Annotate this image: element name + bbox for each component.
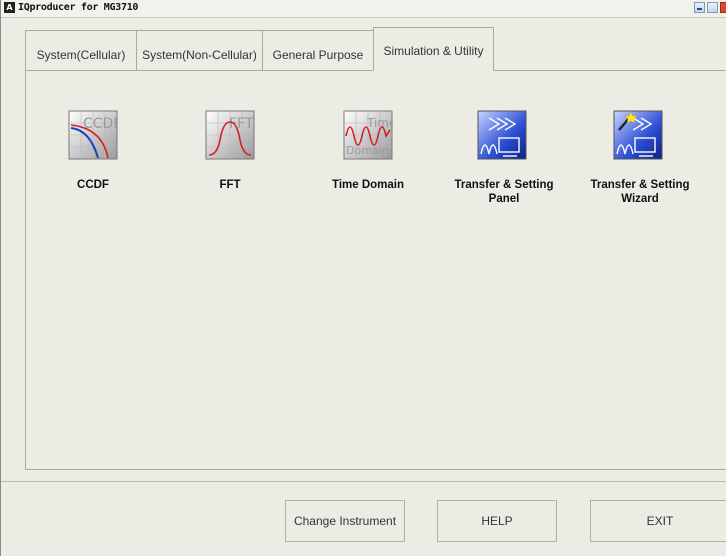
app-icon: A [4, 2, 15, 13]
tab-general-purpose[interactable]: General Purpose [262, 30, 374, 70]
time-domain-icon-text-top: Time [366, 116, 393, 130]
transfer-setting-wizard-tool[interactable]: Transfer & Setting Wizard [583, 110, 703, 210]
fft-label: FFT [219, 179, 241, 191]
time-domain-icon: Time Domain [343, 110, 396, 160]
transfer-setting-panel-tool[interactable]: Transfer & Setting Panel [449, 110, 569, 210]
time-domain-tool[interactable]: Time Domain Time Domain [321, 110, 421, 191]
divider [1, 481, 726, 482]
tab-system-non-cellular[interactable]: System(Non-Cellular) [136, 30, 263, 70]
ccdf-label: CCDF [77, 179, 109, 191]
transfer-setting-wizard-icon [613, 110, 663, 160]
change-instrument-button[interactable]: Change Instrument [285, 500, 405, 542]
transfer-setting-panel-icon [477, 110, 527, 160]
ccdf-tool[interactable]: CCDF CCDF [56, 110, 146, 191]
time-domain-label: Time Domain [332, 179, 404, 191]
title-bar[interactable]: A IQproducer for MG3710 [1, 0, 726, 18]
tab-simulation-utility[interactable]: Simulation & Utility [373, 27, 494, 71]
time-domain-icon-text-bottom: Domain [346, 144, 389, 157]
close-button[interactable] [720, 2, 726, 13]
ccdf-icon: CCDF [68, 110, 121, 160]
transfer-setting-panel-label-line2: Panel [488, 193, 520, 205]
window-title: IQproducer for MG3710 [18, 2, 139, 13]
fft-icon: FFT [205, 110, 255, 160]
help-button[interactable]: HELP [437, 500, 557, 542]
transfer-setting-wizard-label-line1: Transfer & Setting [590, 179, 690, 191]
tab-system-cellular[interactable]: System(Cellular) [25, 30, 137, 70]
main-window: A IQproducer for MG3710 System(Cellular)… [0, 0, 726, 556]
minimize-button[interactable] [694, 2, 705, 13]
fft-icon-text: FFT [229, 116, 254, 132]
transfer-setting-panel-label-line1: Transfer & Setting [454, 179, 554, 191]
minimize-icon [697, 8, 702, 10]
maximize-button[interactable] [707, 2, 718, 13]
fft-tool[interactable]: FFT FFT [193, 110, 273, 191]
exit-button[interactable]: EXIT [590, 500, 726, 542]
transfer-setting-wizard-label-line2: Wizard [621, 193, 659, 205]
